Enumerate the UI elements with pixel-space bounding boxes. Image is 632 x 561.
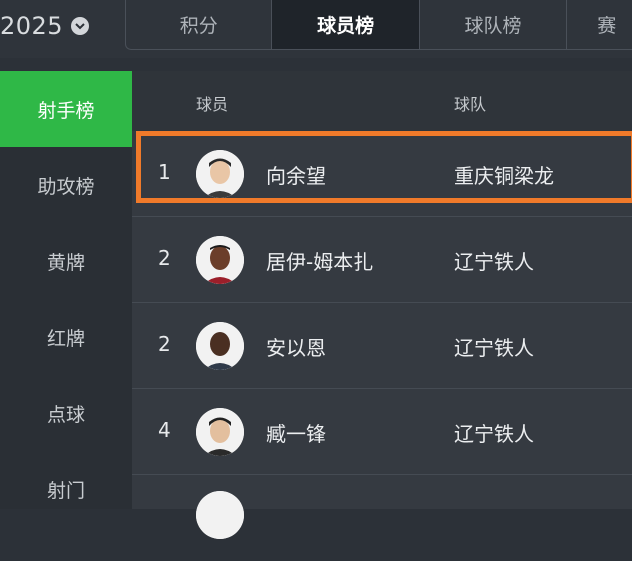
table-row[interactable]: 2 安以恩 辽宁铁人 xyxy=(132,303,632,389)
row-rank: 2 xyxy=(158,246,171,270)
sidebar: 射手榜 助攻榜 黄牌 红牌 点球 射门 xyxy=(0,71,132,509)
row-player-name[interactable]: 安以恩 xyxy=(266,332,326,361)
table-row-partial[interactable] xyxy=(132,475,632,561)
row-rank: 4 xyxy=(158,418,171,442)
sidebar-item-assists[interactable]: 助攻榜 xyxy=(0,147,132,223)
row-player-name[interactable]: 臧一锋 xyxy=(266,418,326,447)
row-team-name[interactable]: 辽宁铁人 xyxy=(454,418,534,447)
avatar xyxy=(196,150,244,198)
sidebar-item-red-cards[interactable]: 红牌 xyxy=(0,299,132,375)
avatar xyxy=(196,408,244,456)
row-team-name[interactable]: 重庆铜梁龙 xyxy=(454,160,554,189)
tab-standings[interactable]: 积分 xyxy=(126,0,273,49)
table-row[interactable]: 1 向余望 重庆铜梁龙 xyxy=(132,131,632,217)
season-label: 2025 xyxy=(0,12,64,40)
avatar xyxy=(196,322,244,370)
header-player: 球员 xyxy=(196,95,229,114)
season-selector[interactable]: 2025 xyxy=(0,8,90,44)
header-team: 球队 xyxy=(454,95,487,114)
row-team-name[interactable]: 辽宁铁人 xyxy=(454,332,534,361)
tab-player-rankings[interactable]: 球员榜 xyxy=(272,0,420,49)
table-row[interactable]: 2 居伊-姆本扎 辽宁铁人 xyxy=(132,217,632,303)
tab-team-rankings[interactable]: 球队榜 xyxy=(420,0,568,49)
avatar xyxy=(196,236,244,284)
tab-schedule[interactable]: 赛 xyxy=(567,0,632,49)
row-team-name[interactable]: 辽宁铁人 xyxy=(454,246,534,275)
avatar xyxy=(196,491,244,539)
row-rank: 2 xyxy=(158,332,171,356)
top-bar: 2025 积分 球员榜 球队榜 赛 xyxy=(0,0,632,58)
sidebar-item-penalties[interactable]: 点球 xyxy=(0,375,132,451)
sidebar-item-yellow-cards[interactable]: 黄牌 xyxy=(0,223,132,299)
tab-bar: 积分 球员榜 球队榜 赛 xyxy=(125,0,632,50)
row-rank: 1 xyxy=(158,160,171,184)
table-row[interactable]: 4 臧一锋 辽宁铁人 xyxy=(132,389,632,475)
table-header: 球员 球队 xyxy=(132,71,632,131)
row-player-name[interactable]: 向余望 xyxy=(266,160,326,189)
chevron-down-icon[interactable] xyxy=(71,17,90,35)
rankings-table: 球员 球队 1 向余望 重庆铜梁龙 2 居伊-姆本扎 辽宁铁人 2 安以恩 辽宁… xyxy=(132,71,632,539)
sidebar-item-top-scorers[interactable]: 射手榜 xyxy=(0,71,132,147)
sidebar-item-shots[interactable]: 射门 xyxy=(0,451,132,527)
row-player-name[interactable]: 居伊-姆本扎 xyxy=(266,246,373,275)
